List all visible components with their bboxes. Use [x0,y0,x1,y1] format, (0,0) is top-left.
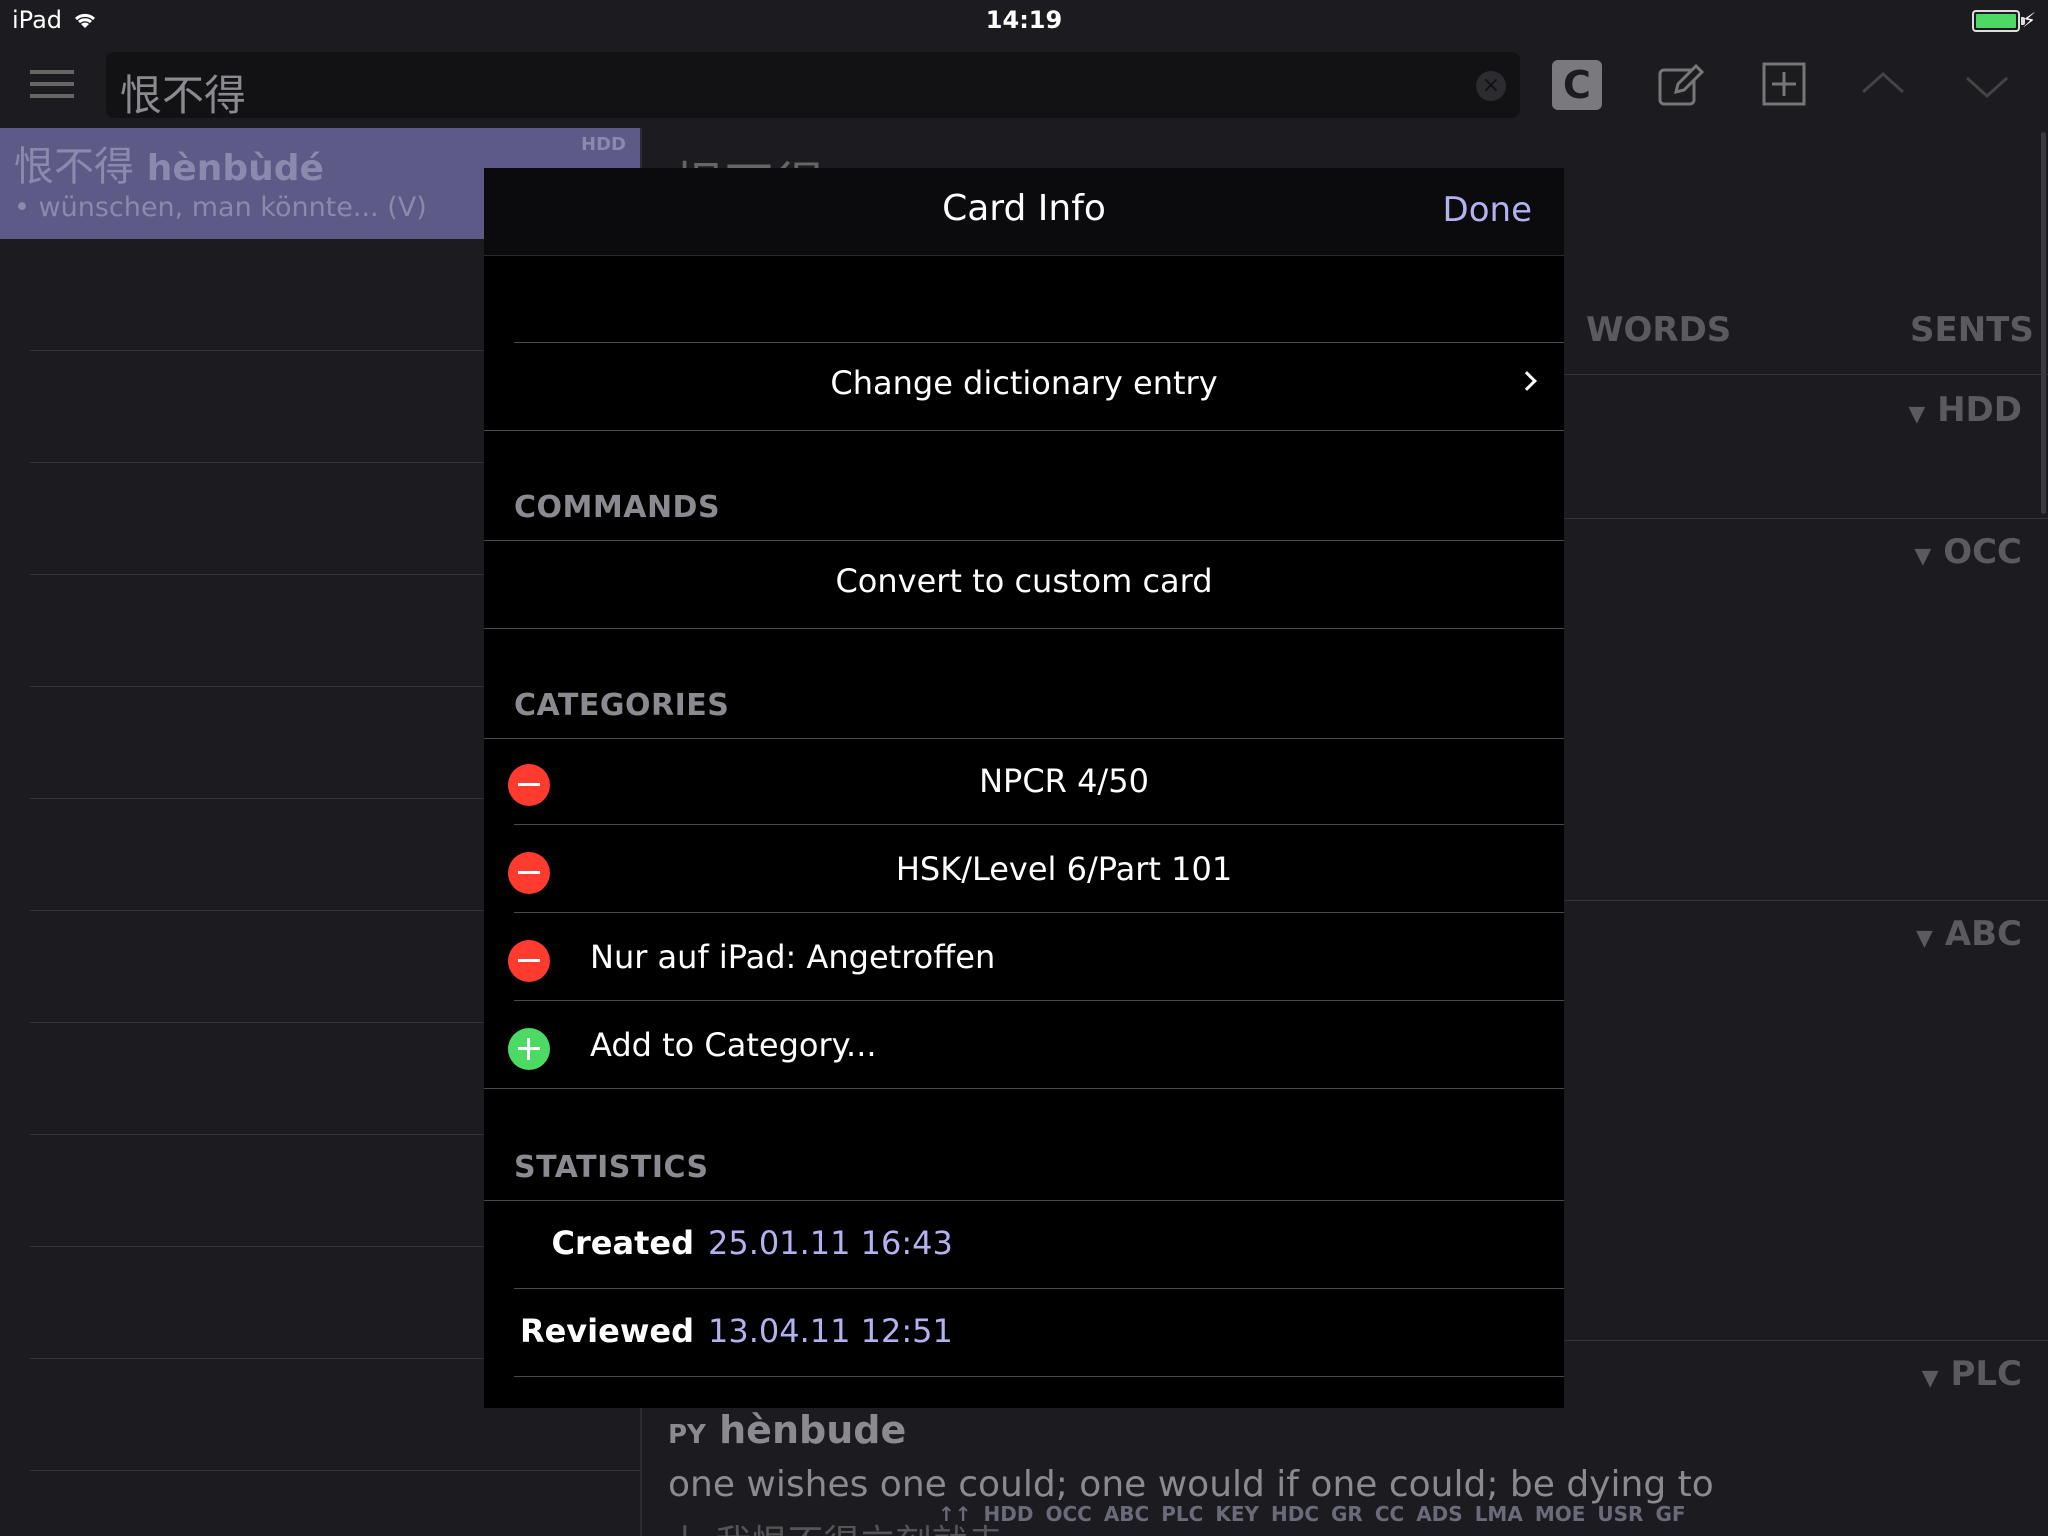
divider [514,342,1564,343]
add-to-category-button[interactable]: Add to Category... [590,1026,877,1064]
section-hdd[interactable]: ▼ HDD [1908,390,2022,430]
card-info-modal: Card Info Done Change dictionary entry C… [484,168,1564,1408]
divider [484,540,1564,541]
dict-tab[interactable]: ↑↑ [938,1502,972,1526]
c-button[interactable]: C [1552,60,1602,110]
statistics-header: STATISTICS [514,1150,709,1185]
menu-icon[interactable] [30,70,74,100]
dict-tab[interactable]: MOE [1535,1502,1586,1526]
tab-words[interactable]: WORDS [1586,310,1731,350]
dict-tab[interactable]: PLC [1161,1502,1203,1526]
list-item-title: 恨不得 hènbùdé [14,134,324,192]
device-label: iPad [12,6,63,34]
list-item-hanzi: 恨不得 [14,144,134,190]
clear-search-icon[interactable]: × [1476,71,1506,101]
modal-title: Card Info [942,188,1106,229]
commands-header: COMMANDS [514,490,721,525]
dict-tab[interactable]: OCC [1045,1502,1091,1526]
dict-tab[interactable]: HDD [984,1502,1034,1526]
dict-tab[interactable]: USR [1597,1502,1643,1526]
definition-text: one wishes one could; one would if one c… [668,1464,1714,1505]
wifi-icon [74,13,96,28]
section-abc[interactable]: ▼ ABC [1916,914,2022,954]
pinyin-value: hènbude [719,1408,907,1452]
divider [484,1088,1564,1089]
divider [484,628,1564,629]
category-item: HSK/Level 6/Part 101 [895,850,1233,888]
dict-tab[interactable]: ADS [1416,1502,1462,1526]
divider [514,912,1564,913]
stat-reviewed-value: 13.04.11 12:51 [708,1312,953,1350]
change-dictionary-entry-button[interactable]: Change dictionary entry [484,364,1564,402]
chevron-up-icon[interactable] [1860,60,1906,110]
divider [514,1288,1564,1289]
list-item-gloss: • wünschen, man könnte... (V) [14,192,427,223]
divider [484,738,1564,739]
scroll-indicator[interactable] [2041,132,2046,514]
dict-tab[interactable]: HDC [1271,1502,1319,1526]
categories-header: CATEGORIES [514,688,730,723]
category-item: NPCR 4/50 [979,762,1149,800]
dict-tab[interactable]: KEY [1215,1502,1259,1526]
stat-created-value: 25.01.11 16:43 [708,1224,953,1262]
status-time: 14:19 [985,6,1063,34]
battery-level [1976,14,2016,28]
toolbar: 恨不得 × C [0,42,2048,128]
dict-tab[interactable]: CC [1375,1502,1404,1526]
convert-to-custom-card-button[interactable]: Convert to custom card [484,562,1564,600]
section-plc[interactable]: ▼ PLC [1922,1354,2022,1394]
list-item-pinyin: hènbùdé [146,148,324,189]
search-field[interactable]: 恨不得 × [106,52,1520,120]
edit-icon[interactable] [1656,60,1706,110]
add-category-icon[interactable] [508,1028,550,1070]
add-card-icon[interactable] [1760,60,1810,110]
dict-tab[interactable]: GR [1331,1502,1363,1526]
divider [484,430,1564,431]
list-item-tag: HDD [581,134,626,155]
divider [514,1376,1564,1377]
stat-reviewed-label: Reviewed [519,1312,694,1350]
search-input[interactable]: 恨不得 [120,62,246,123]
status-bar: iPad 14:19 ⚡ [0,0,2048,42]
pinyin-label: PY [668,1420,706,1450]
tab-sents[interactable]: SENTS [1910,310,2034,350]
remove-category-icon[interactable] [508,852,550,894]
dict-tab[interactable]: LMA [1475,1502,1523,1526]
section-occ[interactable]: ▼ OCC [1914,532,2022,572]
charging-icon: ⚡ [2021,8,2036,32]
done-button[interactable]: Done [1443,190,1532,230]
list-divider [30,1470,640,1471]
dictionary-tabs: ↑↑ HDD OCC ABC PLC KEY HDC GR CC ADS LMA… [938,1502,1686,1526]
divider [484,1200,1564,1201]
remove-category-icon[interactable] [508,940,550,982]
divider [514,1000,1564,1001]
battery-icon [1972,10,2025,32]
chevron-down-icon[interactable] [1964,60,2010,110]
stat-created-label: Created [551,1224,694,1262]
dict-tab[interactable]: GF [1655,1502,1685,1526]
remove-category-icon[interactable] [508,764,550,806]
dict-tab[interactable]: ABC [1104,1502,1149,1526]
pinyin-row: PY hènbude [668,1408,906,1452]
modal-header: Card Info Done [484,168,1564,256]
category-item: Nur auf iPad: Angetroffen [590,938,996,976]
divider [514,824,1564,825]
status-left: iPad [12,6,98,34]
